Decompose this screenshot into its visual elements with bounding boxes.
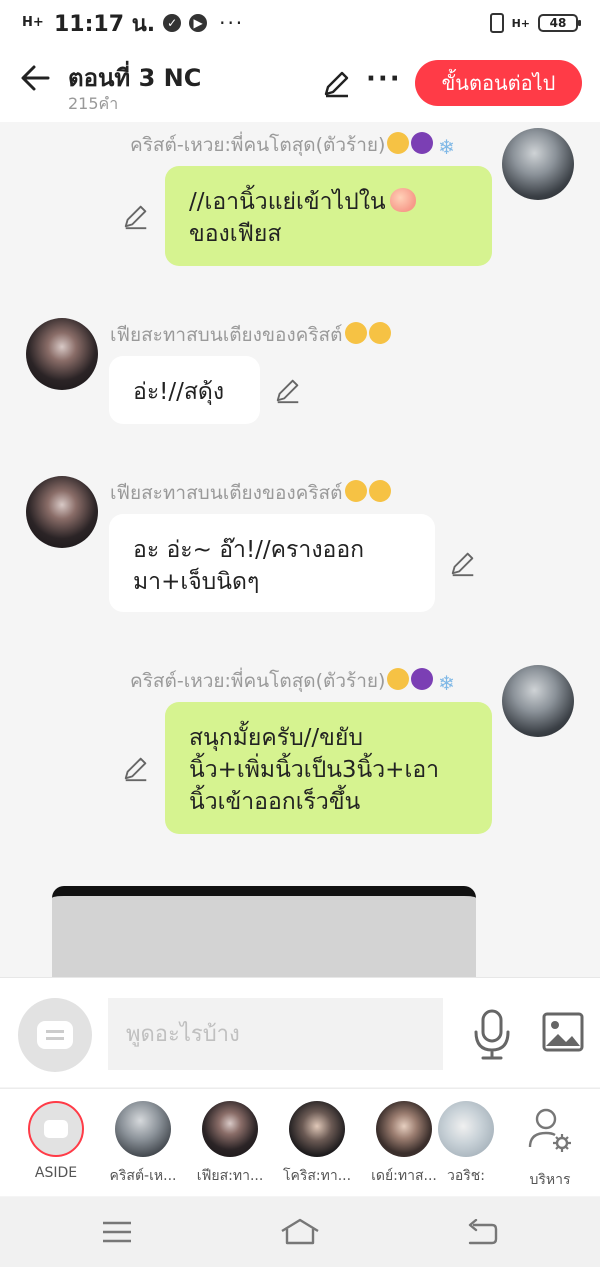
character-item[interactable]: คริสต์-เห... [99,1101,187,1187]
avatar[interactable] [502,128,574,200]
manage-characters-button[interactable]: บริหาร [506,1101,594,1191]
character-aside[interactable]: ASIDE [12,1101,100,1181]
sender-name-text: เฟียสะทาสบนเตียงของคริสต์ [110,324,343,346]
back-arrow-icon[interactable] [18,60,54,96]
sender-name: คริสต์-เหวย:พี่คนโตสุด(ตัวร้าย) ❄ [130,130,457,160]
devil-emoji-icon [411,668,434,690]
play-icon: ▶ [189,14,208,32]
avatar [376,1101,432,1157]
snowflake-emoji-icon: ❄ [438,671,455,695]
blush-emoji-icon [344,322,367,344]
app-header: ตอนที่ 3 NC 215คำ ··· ขั้นตอนต่อไป [0,46,600,122]
devil-emoji-icon [411,132,434,154]
character-item[interactable]: วอริช: [436,1101,496,1187]
character-bar: ASIDE คริสต์-เห... เฟียส:ทา... โคริส:ทา.… [0,1088,600,1196]
snowflake-emoji-icon: ❄ [438,135,455,159]
sender-name-text: คริสต์-เหวย:พี่คนโตสุด(ตัวร้าย) [130,134,386,156]
message-text: อะ อ่ะ~ อ๊า!//ครางออก [133,537,365,563]
character-label: วอริช: [446,1168,485,1184]
avatar [202,1101,258,1157]
sender-name: คริสต์-เหวย:พี่คนโตสุด(ตัวร้าย) ❄ [130,666,457,696]
message-bubble[interactable]: สนุกมั้ยครับ//ขยับ นิ้ว+เพิ่มนิ้วเป็น3นิ… [165,702,492,834]
aside-button[interactable] [18,998,92,1072]
avatar[interactable] [26,476,98,548]
status-bar: H+ 11:17 น. ✓ ▶ ··· H+ 48 [0,0,600,46]
avatar[interactable] [26,318,98,390]
message-text: สนุกมั้ยครับ//ขยับ [189,725,363,751]
character-item[interactable]: เฟียส:ทา... [186,1101,274,1187]
more-notifications: ··· [219,11,245,35]
character-item[interactable]: โคริส:ทา... [273,1101,361,1187]
message-text: อ่ะ!//สดุ้ง [133,379,225,405]
sender-name: เฟียสะทาสบนเตียงของคริสต์ [110,478,391,508]
smile-emoji-icon [387,668,410,690]
next-step-button[interactable]: ขั้นตอนต่อไป [415,60,582,106]
edit-pencil-icon[interactable] [322,68,352,98]
chat-area[interactable]: คริสต์-เหวย:พี่คนโตสุด(ตัวร้าย) ❄ //เอานิ… [0,122,600,977]
character-label: เฟียส:ทา... [196,1168,264,1184]
image-icon[interactable] [542,1012,584,1052]
blush-emoji-icon [344,480,367,502]
edit-pencil-icon[interactable] [449,549,477,577]
message-bubble[interactable]: //เอานิ้วแย่เข้าไปใน ของเฟียส [165,166,492,266]
avatar[interactable] [502,665,574,737]
character-label: ASIDE [34,1165,78,1181]
character-label: เดย์:ทาส... [371,1168,437,1184]
edit-pencil-icon[interactable] [122,202,150,230]
home-icon[interactable] [280,1217,320,1245]
network-type: H+ [511,16,530,30]
unamused-emoji-icon [368,322,391,344]
menu-icon[interactable] [102,1221,132,1243]
edit-pencil-icon[interactable] [122,754,150,782]
character-label: คริสต์-เห... [109,1168,177,1184]
message-bubble[interactable]: อ่ะ!//สดุ้ง [109,356,260,424]
character-label: โคริส:ทา... [282,1168,352,1184]
message-bubble[interactable]: อะ อ่ะ~ อ๊า!//ครางออก มา+เจ็บนิดๆ [109,514,435,612]
peach-emoji-icon [389,188,416,212]
user-gear-icon [522,1101,578,1157]
vibrate-icon [489,13,504,33]
aside-icon [28,1101,84,1157]
smile-emoji-icon [387,132,410,154]
check-icon: ✓ [163,14,182,32]
avatar [438,1101,494,1157]
battery-level: 48 [538,14,581,32]
signal-icon: H+ [22,15,44,30]
message-text: นิ้วเข้าออกเร็วขึ้น [189,789,361,815]
more-icon[interactable]: ··· [366,66,402,92]
word-count: 215คำ [68,94,119,113]
message-input[interactable] [108,998,443,1070]
system-nav-bar [0,1197,600,1267]
unamused-emoji-icon [368,480,391,502]
avatar [289,1101,345,1157]
sender-name-text: คริสต์-เหวย:พี่คนโตสุด(ตัวร้าย) [130,670,386,692]
character-item[interactable]: เดย์:ทาส... [360,1101,448,1187]
return-icon[interactable] [466,1219,498,1245]
sender-name-text: เฟียสะทาสบนเตียงของคริสต์ [110,482,343,504]
message-text: มา+เจ็บนิดๆ [133,569,260,595]
avatar [115,1101,171,1157]
message-icon [37,1021,73,1049]
media-card[interactable] [52,886,476,977]
sender-name: เฟียสะทาสบนเตียงของคริสต์ [110,320,391,350]
microphone-icon[interactable] [472,1008,512,1060]
edit-pencil-icon[interactable] [274,376,302,404]
message-text: //เอานิ้วแย่เข้าไปใน [189,189,386,215]
composer-bar [0,977,600,1087]
clock: 11:17 น. [54,11,156,37]
message-text: นิ้ว+เพิ่มนิ้วเป็น3นิ้ว+เอา [189,757,440,783]
character-label: บริหาร [529,1172,571,1188]
message-text: ของเฟียส [189,221,282,247]
